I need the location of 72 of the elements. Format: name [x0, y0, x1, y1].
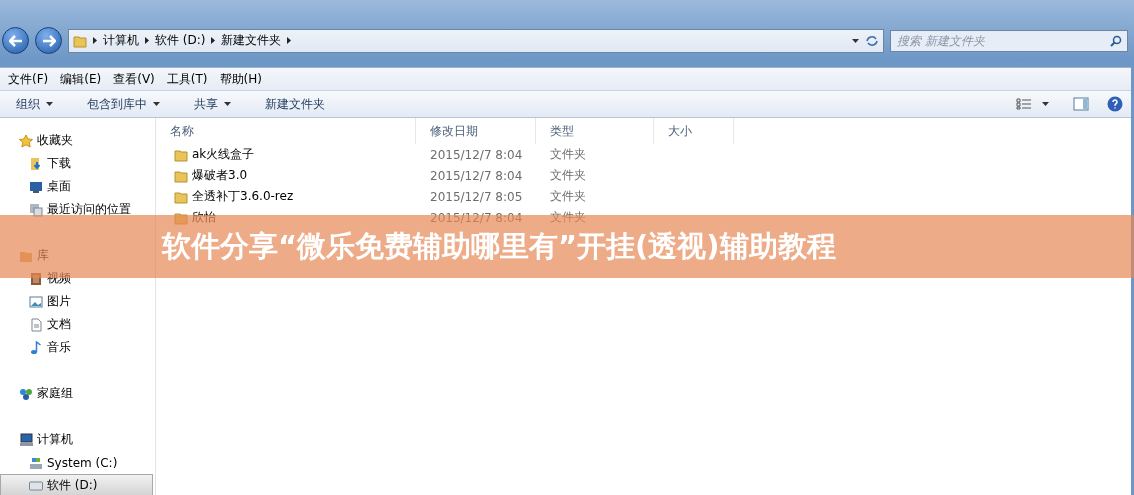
type-cell-text: 文件夹: [549, 146, 587, 163]
menu-item[interactable]: 文件(F): [8, 70, 49, 88]
sidebar-item[interactable]: 家庭组: [0, 382, 153, 405]
view-options-icon[interactable]: [1016, 98, 1032, 110]
breadcrumb[interactable]: 软件 (D:): [155, 32, 206, 49]
chevron-icon: [211, 37, 216, 44]
drive-icon: [29, 478, 43, 493]
star-icon: [19, 133, 33, 148]
date-cell-text: 2015/12/7 8:04: [429, 210, 524, 225]
file-name[interactable]: ak火线盒子: [156, 146, 416, 163]
picture-icon: [29, 294, 43, 309]
chevron-icon: [93, 37, 97, 44]
menu-item[interactable]: 查看(V): [113, 70, 155, 88]
toolbar-button[interactable]: 组织: [8, 93, 61, 115]
sidebar-item[interactable]: 下载: [0, 152, 153, 175]
forward-arrow-icon: [41, 34, 56, 47]
music-note-icon: [29, 340, 43, 355]
caret-icon: [153, 102, 160, 106]
caret-icon: [224, 102, 231, 106]
type-cell-text: 文件夹: [549, 188, 587, 205]
breadcrumb[interactable]: 新建文件夹: [221, 32, 282, 49]
back-button[interactable]: [2, 27, 29, 54]
sidebar-item[interactable]: 最近访问的位置: [0, 198, 153, 221]
sidebar-item[interactable]: 计算机: [0, 428, 153, 451]
date-cell-text: 2015/12/7 8:04: [429, 168, 524, 183]
chevron-icon: [145, 37, 149, 44]
forward-button[interactable]: [35, 27, 62, 54]
caret-icon: [852, 38, 859, 43]
menu-item[interactable]: 编辑(E): [60, 70, 102, 88]
sidebar-item[interactable]: 音乐: [0, 336, 153, 359]
folder-icon: [174, 168, 188, 183]
search-field[interactable]: 搜索 新建文件夹: [890, 29, 1128, 52]
sidebar-item[interactable]: System (C:): [0, 451, 153, 474]
help-icon[interactable]: [1107, 96, 1123, 112]
monitor-icon: [29, 179, 43, 194]
file-name[interactable]: 爆破者3.0: [156, 167, 416, 184]
banner-title: 软件分享“微乐免费辅助哪里有”开挂(透视)辅助教程: [162, 227, 836, 265]
folder-icon: [73, 33, 87, 48]
refresh-icon[interactable]: [865, 34, 879, 47]
menu-item[interactable]: 工具(T): [166, 70, 208, 88]
column-header[interactable]: 类型: [536, 118, 654, 144]
column-header[interactable]: 修改日期: [416, 118, 536, 144]
network-icon: [19, 386, 33, 401]
chevron-icon: [287, 37, 292, 44]
sidebar-item[interactable]: 文档: [0, 313, 153, 336]
menu-item[interactable]: 帮助(H): [219, 70, 262, 88]
sidebar-item[interactable]: 图片: [0, 290, 153, 313]
search-icon[interactable]: [1110, 34, 1122, 47]
column-header[interactable]: 大小: [654, 118, 734, 144]
folder-icon: [174, 147, 188, 162]
breadcrumb[interactable]: 计算机: [103, 32, 139, 49]
computer-icon: [19, 432, 33, 447]
caret-icon: [46, 102, 53, 106]
file-name[interactable]: 全透补丁3.6.0-rez: [156, 188, 416, 205]
back-arrow-icon: [8, 34, 23, 47]
download-folder-icon: [29, 156, 43, 171]
document-icon: [29, 317, 43, 332]
caret-icon: [1042, 102, 1049, 106]
type-cell-text: 文件夹: [549, 167, 587, 184]
sidebar-item[interactable]: 收藏夹: [0, 129, 153, 152]
sidebar-item[interactable]: 软件 (D:): [0, 474, 153, 495]
toolbar-button[interactable]: 新建文件夹: [257, 93, 333, 115]
sidebar-item[interactable]: 桌面: [0, 175, 153, 198]
toolbar-button[interactable]: 包含到库中: [79, 93, 168, 115]
date-cell-text: 2015/12/7 8:05: [429, 189, 524, 204]
folder-icon: [174, 189, 188, 204]
column-header[interactable]: 名称: [156, 118, 416, 144]
toolbar-button[interactable]: 共享: [186, 93, 239, 115]
recent-places-icon: [29, 202, 43, 217]
date-cell-text: 2015/12/7 8:04: [429, 147, 524, 162]
address-bar[interactable]: 计算机 软件 (D:) 新建文件夹: [68, 28, 884, 53]
drive-icon: [29, 455, 43, 470]
